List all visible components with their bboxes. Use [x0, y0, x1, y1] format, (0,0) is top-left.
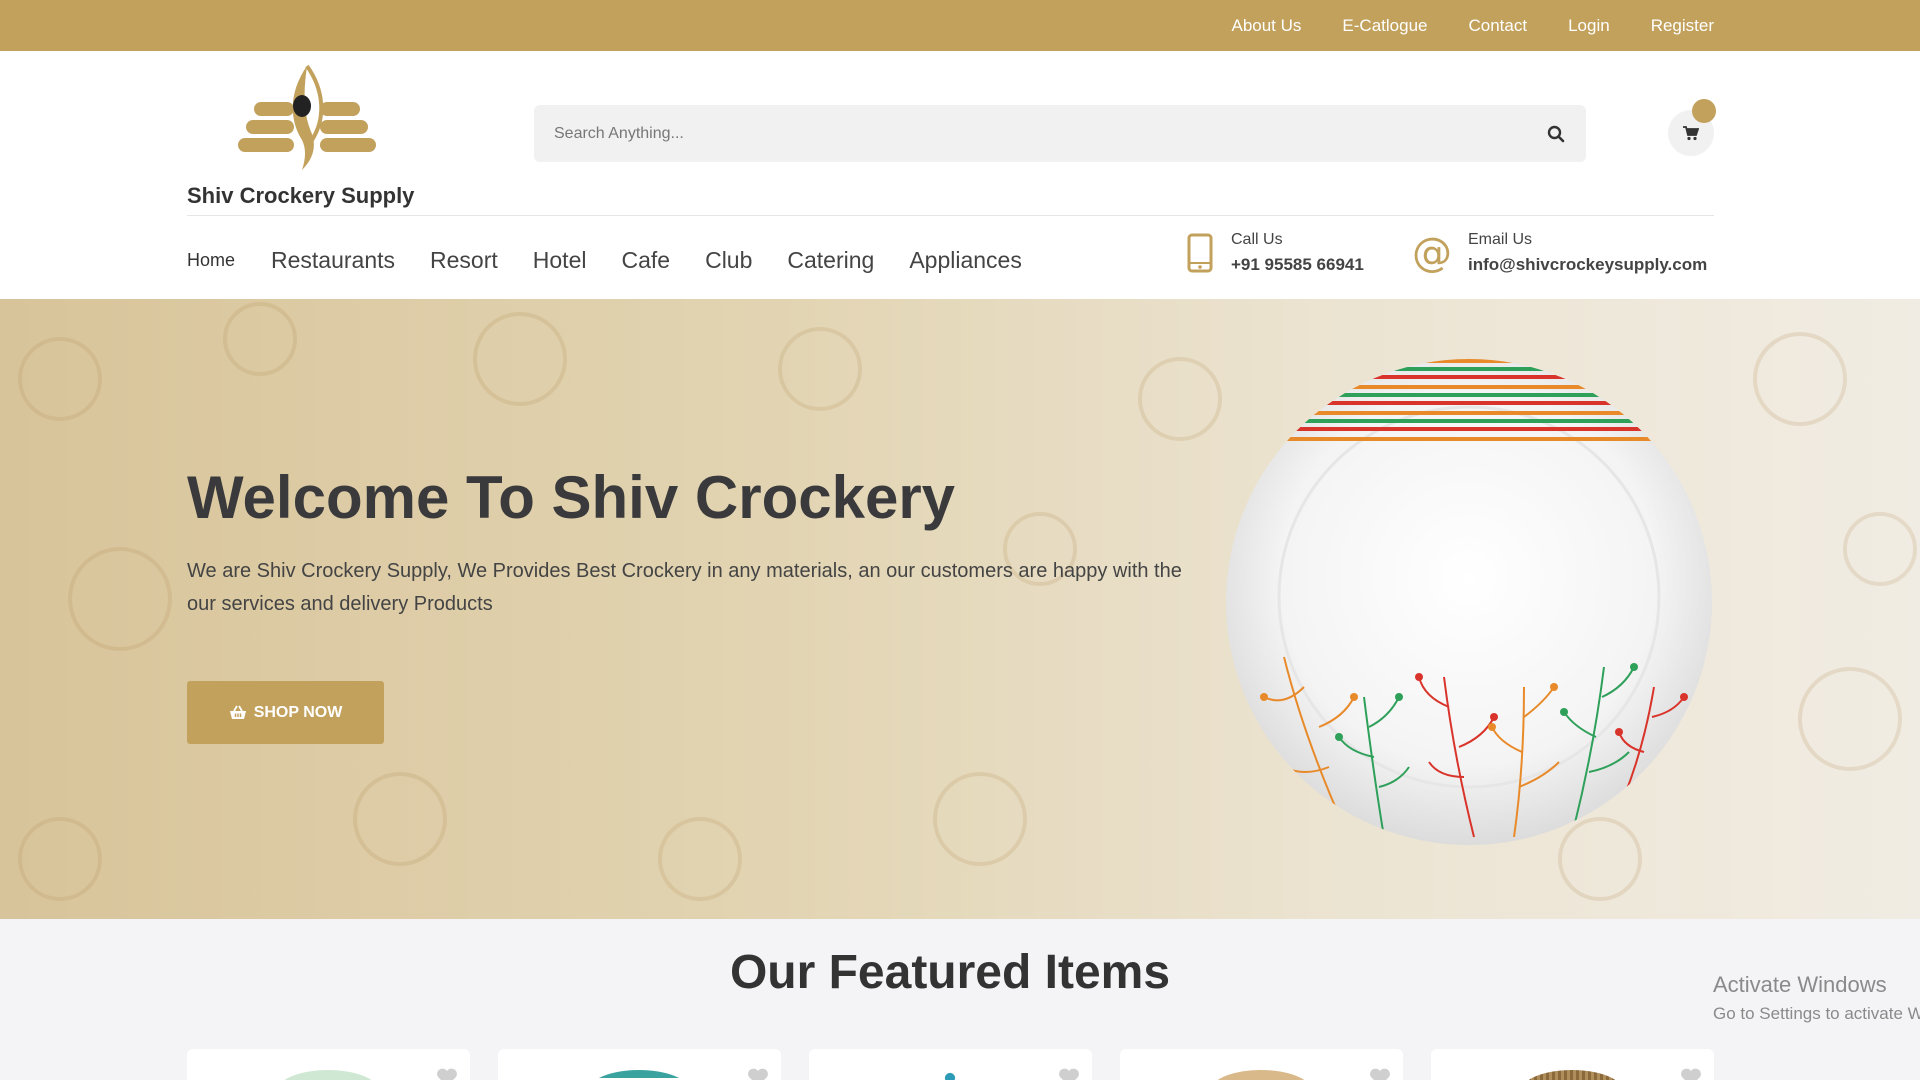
product-card[interactable]: [1120, 1049, 1403, 1080]
heart-icon[interactable]: [1680, 1067, 1702, 1080]
phone-icon: [1187, 233, 1213, 273]
login-link[interactable]: Login: [1568, 16, 1610, 36]
phone-number[interactable]: +91 95585 66941: [1231, 255, 1364, 275]
hero-title: Welcome To Shiv Crockery: [187, 464, 956, 531]
search-bar: [534, 105, 1586, 162]
contact-link[interactable]: Contact: [1468, 16, 1527, 36]
nav-club[interactable]: Club: [705, 247, 752, 274]
svg-text:@: @: [1414, 233, 1450, 273]
email-us-block: @ Email Us info@shivcrockeysupply.com: [1414, 231, 1707, 275]
logo-mark-icon: [238, 64, 376, 170]
heart-icon[interactable]: [747, 1067, 769, 1080]
nav-home[interactable]: Home: [187, 250, 235, 271]
register-link[interactable]: Register: [1651, 16, 1714, 36]
product-card[interactable]: [187, 1049, 470, 1080]
product-card[interactable]: [809, 1049, 1092, 1080]
basket-icon: [229, 705, 246, 719]
shop-now-button[interactable]: SHOP NOW: [187, 681, 384, 744]
heart-icon[interactable]: [1369, 1067, 1391, 1080]
top-bar: About Us E-Catlogue Contact Login Regist…: [0, 0, 1920, 51]
activation-subtitle: Go to Settings to activate Windows.: [1713, 1004, 1920, 1023]
heart-icon[interactable]: [436, 1067, 458, 1080]
logo[interactable]: Shiv Crockery Supply: [187, 56, 427, 208]
decorative-plate-image: [1226, 359, 1712, 845]
shop-now-label: SHOP NOW: [253, 703, 343, 721]
featured-items-heading: Our Featured Items: [729, 946, 1171, 999]
main-nav: Home Restaurants Resort Hotel Cafe Club …: [187, 247, 1057, 274]
search-input[interactable]: [534, 105, 1526, 162]
search-button[interactable]: [1526, 105, 1586, 162]
about-us-link[interactable]: About Us: [1231, 16, 1301, 36]
product-card[interactable]: [1431, 1049, 1714, 1080]
header-divider: [187, 215, 1714, 216]
hero-description: We are Shiv Crockery Supply, We Provides…: [187, 560, 1182, 615]
hero-banner: Welcome To Shiv Crockery We are Shiv Cro…: [0, 299, 1920, 919]
brand-name: Shiv Crockery Supply: [187, 183, 415, 208]
cart-button[interactable]: [1668, 99, 1716, 156]
at-icon: @: [1414, 233, 1450, 273]
nav-cafe[interactable]: Cafe: [621, 247, 670, 274]
call-us-block: Call Us +91 95585 66941: [1187, 231, 1364, 275]
heart-icon[interactable]: [1058, 1067, 1080, 1080]
e-catalogue-link[interactable]: E-Catlogue: [1342, 16, 1427, 36]
product-thumbnail: [1211, 1070, 1311, 1080]
product-card[interactable]: [498, 1049, 781, 1080]
windows-activation-watermark: Activate Windows Go to Settings to activ…: [1713, 972, 1920, 1024]
product-thumbnail: [278, 1070, 378, 1080]
site-header: Shiv Crockery Supply Home Resta: [0, 51, 1920, 299]
activation-title: Activate Windows: [1713, 972, 1887, 997]
nav-resort[interactable]: Resort: [430, 247, 498, 274]
product-thumbnail: [900, 1070, 1000, 1080]
search-icon: [1547, 125, 1565, 142]
email-address[interactable]: info@shivcrockeysupply.com: [1468, 255, 1707, 275]
nav-hotel[interactable]: Hotel: [533, 247, 587, 274]
cart-icon: [1683, 125, 1699, 140]
nav-restaurants[interactable]: Restaurants: [271, 247, 395, 274]
nav-catering[interactable]: Catering: [787, 247, 874, 274]
cart-count-badge: [1692, 99, 1716, 123]
featured-items-list: [187, 1049, 1742, 1080]
email-us-label: Email Us: [1468, 231, 1533, 248]
call-us-label: Call Us: [1231, 231, 1283, 248]
product-thumbnail: [589, 1070, 689, 1080]
nav-appliances[interactable]: Appliances: [909, 247, 1022, 274]
product-thumbnail: [1522, 1070, 1622, 1080]
